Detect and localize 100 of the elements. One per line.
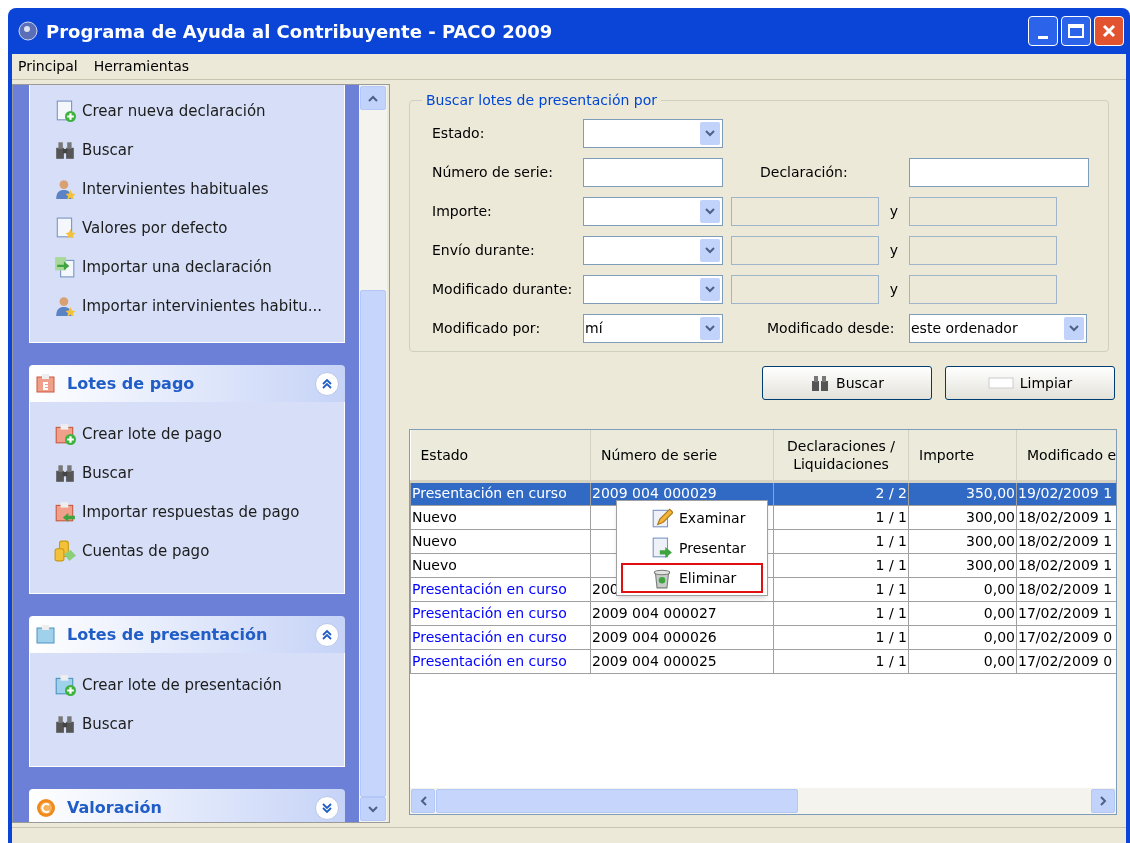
table-cell: 0,00 [908,649,1017,673]
close-icon [1101,23,1117,39]
person-star-icon [54,178,76,200]
table-row[interactable]: Presentación en curso 2009 004 000027 1 / 1 0,00 17/02/2009 1 [410,601,1116,625]
input-field[interactable] [583,158,723,187]
sidebar-link[interactable]: Valores por defecto [54,216,344,240]
range-separator: y [888,202,900,221]
vertical-scrollbar[interactable] [359,85,387,822]
range-separator: y [888,241,900,260]
close-button[interactable] [1094,16,1124,46]
input-field[interactable] [909,158,1089,187]
menu-item[interactable]: Presentar [621,533,763,563]
sidebar-link[interactable]: Crear lote de presentación [54,673,344,697]
table-cell: Nuevo [410,529,591,553]
button[interactable]: Limpiar [945,366,1115,400]
button[interactable]: Buscar [762,366,932,400]
collapse-button[interactable] [315,371,339,396]
chevron-down-icon [705,286,715,293]
column-header[interactable]: Número de serie [590,430,774,481]
scroll-up-button[interactable] [360,86,386,110]
menu-item[interactable]: Examinar [621,503,763,533]
table-cell: Presentación en curso [410,577,591,601]
table-cell: 300,00 [908,529,1017,553]
table-cell: Presentación en curso [410,625,591,649]
section-header[interactable]: Valoración [29,789,345,822]
table-cell: 2 / 2 [773,481,909,505]
horizontal-scrollbar[interactable] [410,788,1116,814]
sidebar-link[interactable]: Crear lote de pago [54,422,344,446]
section-title: Valoración [67,796,163,819]
expand-button[interactable] [315,795,339,820]
input-field[interactable] [731,275,879,304]
dropdown[interactable]: este ordenador [909,314,1087,343]
section-header[interactable]: Lotes de presentación [29,616,345,653]
field-label: Modificado durante: [432,280,574,299]
sidebar-link[interactable]: Buscar [54,461,344,485]
scroll-thumb[interactable] [360,290,386,797]
dropdown[interactable]: mí [583,314,723,343]
sidebar-link[interactable]: Buscar [54,712,344,736]
sidebar-link[interactable]: Importar intervinientes habitu... [54,294,344,318]
section-title: Lotes de presentación [67,623,269,646]
table-cell: 1 / 1 [773,601,909,625]
column-header[interactable]: Estado [410,430,591,481]
maximize-button[interactable] [1061,16,1091,46]
table-cell: 300,00 [908,505,1017,529]
folder-icon [35,623,57,646]
column-header[interactable]: Declaraciones / Liquidaciones [773,430,909,481]
input-field[interactable] [909,275,1057,304]
input-field[interactable] [909,197,1057,226]
table-row[interactable]: Presentación en curso 2009 004 000025 1 / 1 0,00 17/02/2009 0 [410,649,1116,673]
field-label: Modificado desde: [767,319,896,338]
scroll-right-button[interactable] [1091,789,1115,813]
app-logo-icon [18,21,38,41]
column-header[interactable]: Modificado e [1016,430,1116,481]
input-field[interactable] [731,236,879,265]
chevron-down-icon [705,208,715,215]
binoculars-icon [54,462,76,484]
field-label: Modificado por: [432,319,542,338]
column-header[interactable]: Importe [908,430,1017,481]
field-label: Importe: [432,202,493,221]
chevron-down-icon [705,325,715,332]
chevron-down-icon [705,247,715,254]
table-row[interactable]: Presentación en curso 2009 004 000026 1 / 1 0,00 17/02/2009 0 [410,625,1116,649]
field-label: Envío durante: [432,241,536,260]
sidebar-link[interactable]: Cuentas de pago [54,539,344,563]
scroll-down-button[interactable] [360,797,386,821]
input-field[interactable] [731,197,879,226]
dropdown[interactable] [583,275,723,304]
input-field[interactable] [909,236,1057,265]
dropdown[interactable] [583,119,723,148]
table-cell: Presentación en curso [410,481,591,505]
minimize-button[interactable] [1028,16,1058,46]
table-cell: 1 / 1 [773,553,909,577]
menu-item[interactable]: Principal [18,56,78,77]
table-cell: Nuevo [410,553,591,577]
group-legend: Buscar lotes de presentación por [422,90,661,111]
table-cell: Presentación en curso [410,649,591,673]
double-chevron-up-icon [321,628,333,641]
document-arrow-icon [651,537,673,559]
sidebar-link[interactable]: Importar una declaración [54,255,344,279]
chevron-up-icon [368,94,378,102]
collapse-button[interactable] [315,622,339,647]
menu-item[interactable]: Eliminar [621,563,763,593]
table-cell: 0,00 [908,601,1017,625]
sidebar-link[interactable]: Buscar [54,138,344,162]
dropdown[interactable] [583,236,723,265]
sidebar-link[interactable]: Intervinientes habituales [54,177,344,201]
section-header[interactable]: Lotes de pago [29,365,345,402]
coins-icon [54,540,76,562]
menu-item[interactable]: Herramientas [93,56,190,77]
table-cell: Nuevo [410,505,591,529]
scroll-thumb[interactable] [436,789,798,813]
double-chevron-down-icon [321,801,333,814]
dropdown[interactable] [583,197,723,226]
scroll-left-button[interactable] [411,789,435,813]
table-cell: 0,00 [908,577,1017,601]
document-arrow-icon [54,256,76,278]
sidebar-link[interactable]: Crear nueva declaración [54,99,344,123]
sidebar-link[interactable]: Importar respuestas de pago [54,500,344,524]
table-cell: 1 / 1 [773,649,909,673]
binoculars-icon [810,374,831,392]
